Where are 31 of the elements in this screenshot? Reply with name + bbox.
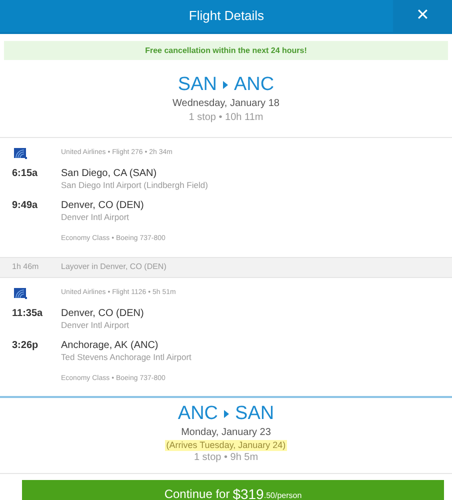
close-button[interactable]: ✕ <box>393 0 452 32</box>
flight-date: Monday, January 23 <box>181 426 271 440</box>
cancellation-banner: Free cancellation within the next 24 hours! <box>4 41 448 60</box>
city-name: Denver, CO (DEN) <box>61 306 144 320</box>
arrow-icon <box>224 410 230 418</box>
departure-time: 3:26p <box>12 338 40 352</box>
trip-summary: 1 stop • 9h 5m <box>194 451 258 465</box>
departure-time: 9:49a <box>12 199 39 213</box>
layover-duration: 1h 46m <box>12 261 40 273</box>
flight-date: Wednesday, January 18 <box>172 97 280 111</box>
airline-logo-icon <box>14 288 27 298</box>
origin-code: ANC <box>178 403 218 425</box>
trip-summary: 1 stop • 10h 11m <box>188 111 264 125</box>
airport-name: San Diego Intl Airport (Lindbergh Field) <box>61 180 208 191</box>
continue-button[interactable]: Continue for $319.50/person <box>22 480 444 500</box>
airport-name: Denver Intl Airport <box>61 320 130 330</box>
arrow-icon <box>222 81 228 89</box>
origin-code: SAN <box>178 74 217 96</box>
city-name: Denver, CO (DEN) <box>61 199 144 212</box>
city-name: San Diego, CA (SAN) <box>61 167 158 180</box>
destination-code: ANC <box>234 74 274 96</box>
city-name: Anchorage, AK (ANC) <box>61 338 160 352</box>
airline-logo-icon <box>14 148 27 159</box>
departure-time: 11:35a <box>12 306 44 320</box>
airport-name: Ted Stevens Anchorage Intl Airport <box>61 352 192 362</box>
window-title: Flight Details <box>188 7 266 26</box>
destination-code: SAN <box>235 403 274 425</box>
arrival-note: (Arrives Tuesday, January 24) <box>165 440 287 451</box>
airport-name: Denver Intl Airport <box>61 212 130 223</box>
layover-text: Layover in Denver, CO (DEN) <box>61 261 166 273</box>
departure-time: 6:15a <box>12 167 39 181</box>
